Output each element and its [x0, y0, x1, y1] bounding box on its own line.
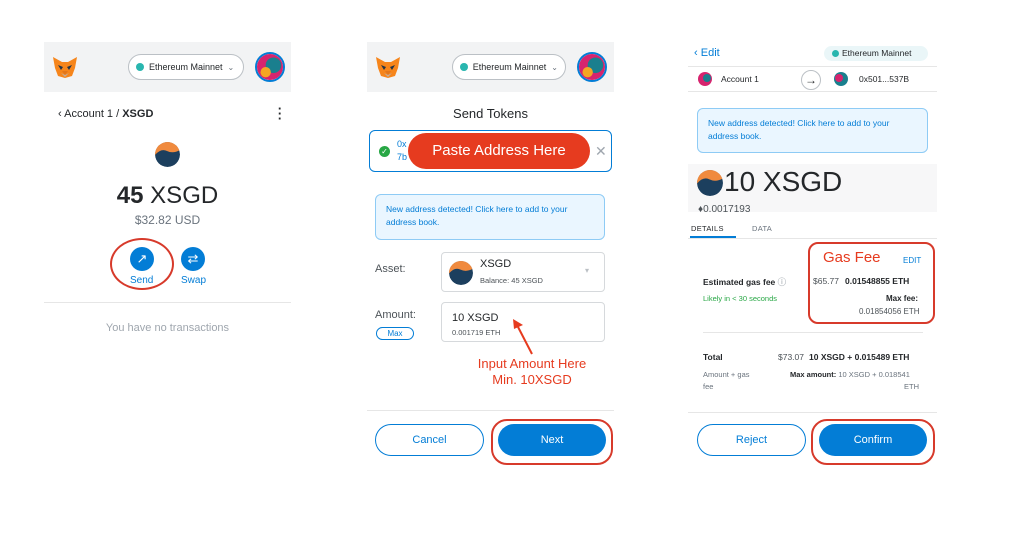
xsgd-token-icon	[449, 261, 473, 285]
balance-symbol: XSGD	[150, 182, 219, 209]
estimated-gas-label: Estimated gas fee ⓘ	[703, 276, 786, 288]
max-amount-unit: ETH	[904, 382, 919, 391]
cancel-button[interactable]: Cancel	[375, 424, 484, 456]
divider	[703, 332, 923, 333]
network-dot-icon	[832, 50, 839, 57]
asset-label: Asset:	[375, 263, 406, 275]
amount-annotation-line1: Input Amount Here	[477, 356, 587, 371]
chevron-down-icon: ⌄	[227, 62, 235, 72]
max-amount-value: 10 XSGD + 0.018541	[836, 370, 910, 379]
amount-eth: 0.001719 ETH	[452, 328, 501, 337]
gas-fee-highlight-annotation	[808, 242, 935, 324]
send-highlight-annotation	[110, 238, 174, 290]
token-detail-screen: Ethereum Mainnet ⌄ ‹ Account 1 / XSGD · ·…	[44, 42, 291, 342]
network-selector[interactable]: Ethereum Mainnet ⌄	[128, 54, 244, 80]
gas-timing: Likely in < 30 seconds	[703, 294, 778, 303]
estimated-gas-text: Estimated gas fee	[703, 277, 776, 287]
next-highlight-annotation	[491, 419, 613, 465]
total-value: 10 XSGD + 0.015489 ETH	[809, 352, 910, 362]
send-amount: 10 XSGD	[724, 166, 843, 197]
asset-name: XSGD	[480, 258, 512, 270]
edit-label: Edit	[700, 47, 720, 59]
asset-balance: Balance: 45 XSGD	[480, 276, 543, 285]
account-avatar-icon[interactable]	[255, 52, 285, 82]
asset-selector[interactable]: XSGD Balance: 45 XSGD	[441, 252, 605, 292]
max-button[interactable]: Max	[376, 327, 414, 340]
new-address-notice[interactable]: New address detected! Click here to add …	[697, 108, 928, 153]
xsgd-token-icon	[697, 170, 723, 196]
info-icon: ⓘ	[777, 277, 787, 287]
amount-gas-line2: fee	[703, 382, 714, 391]
to-address[interactable]: 0x501...537B	[859, 74, 909, 84]
eth-amount-value: 0.0017193	[703, 204, 751, 215]
total-label: Total	[703, 352, 723, 362]
account-avatar-icon[interactable]	[577, 52, 607, 82]
check-circle-icon: ✓	[379, 146, 390, 157]
paste-address-annotation: Paste Address Here	[408, 133, 590, 169]
network-indicator: Ethereum Mainnet	[824, 46, 928, 61]
empty-transactions: You have no transactions	[105, 322, 230, 334]
recipient-avatar-icon	[834, 72, 848, 86]
from-account[interactable]: Account 1	[721, 74, 759, 84]
edit-link[interactable]: ‹ Edit	[694, 47, 720, 59]
total-usd: $73.07	[778, 352, 804, 362]
address-fragment-bottom: 7b	[397, 152, 408, 162]
divider	[688, 412, 937, 413]
breadcrumb-account: Account 1 /	[64, 108, 123, 120]
swap-button[interactable]: ⇄	[181, 247, 205, 271]
amount-gas-line1: Amount + gas	[703, 370, 750, 379]
right-arrow-icon: →	[801, 70, 821, 90]
app-header: Ethereum Mainnet ⌄	[44, 42, 291, 92]
amount-annotation-line2: Min. 10XSGD	[492, 372, 572, 387]
divider	[688, 238, 937, 239]
fiat-balance: $32.82 USD	[134, 213, 201, 227]
network-name: Ethereum Mainnet	[842, 48, 912, 58]
chevron-down-icon: ⌄	[551, 62, 558, 72]
balance-number: 45	[116, 182, 144, 209]
reject-button[interactable]: Reject	[697, 424, 806, 456]
amount-label: Amount:	[375, 309, 416, 321]
divider	[367, 410, 614, 411]
amount-value: 10 XSGD	[452, 312, 499, 324]
network-dot-icon	[136, 63, 144, 71]
kebab-menu-icon[interactable]: · · ·	[277, 102, 283, 125]
token-balance: 45 XSGD	[44, 182, 291, 210]
metamask-fox-icon[interactable]	[375, 56, 401, 78]
account-avatar-icon	[698, 72, 712, 86]
network-name: Ethereum Mainnet	[472, 62, 547, 72]
tab-details[interactable]: DETAILS	[691, 224, 724, 233]
network-selector[interactable]: Ethereum Mainnet ⌄	[452, 54, 566, 80]
metamask-fox-icon[interactable]	[52, 56, 78, 78]
page-title: Send Tokens	[453, 106, 528, 121]
swap-label[interactable]: Swap	[181, 275, 206, 286]
breadcrumb-token: XSGD	[122, 108, 154, 120]
send-tokens-screen: Ethereum Mainnet ⌄ Send Tokens ✓ 0x 7b ✕…	[367, 42, 614, 472]
divider	[44, 302, 291, 303]
annotation-arrow	[513, 319, 533, 355]
xsgd-token-icon	[155, 142, 180, 167]
eth-amount: ♦0.0017193	[698, 204, 750, 215]
sender-recipient-row: Account 1 → 0x501...537B	[688, 66, 937, 92]
swap-icon: ⇄	[187, 251, 199, 266]
tab-data[interactable]: DATA	[752, 224, 772, 233]
app-header: Ethereum Mainnet ⌄	[367, 42, 614, 92]
max-amount: Max amount: 10 XSGD + 0.018541	[790, 370, 910, 379]
address-fragment-top: 0x	[397, 139, 407, 149]
network-name: Ethereum Mainnet	[149, 62, 223, 72]
new-address-notice[interactable]: New address detected! Click here to add …	[375, 194, 605, 240]
max-amount-label: Max amount:	[790, 370, 837, 379]
close-icon[interactable]: ✕	[595, 143, 607, 160]
confirm-highlight-annotation	[811, 419, 935, 465]
chevron-down-icon: ▾	[585, 266, 590, 275]
breadcrumb[interactable]: ‹ Account 1 / XSGD	[58, 108, 153, 120]
network-dot-icon	[460, 63, 468, 71]
